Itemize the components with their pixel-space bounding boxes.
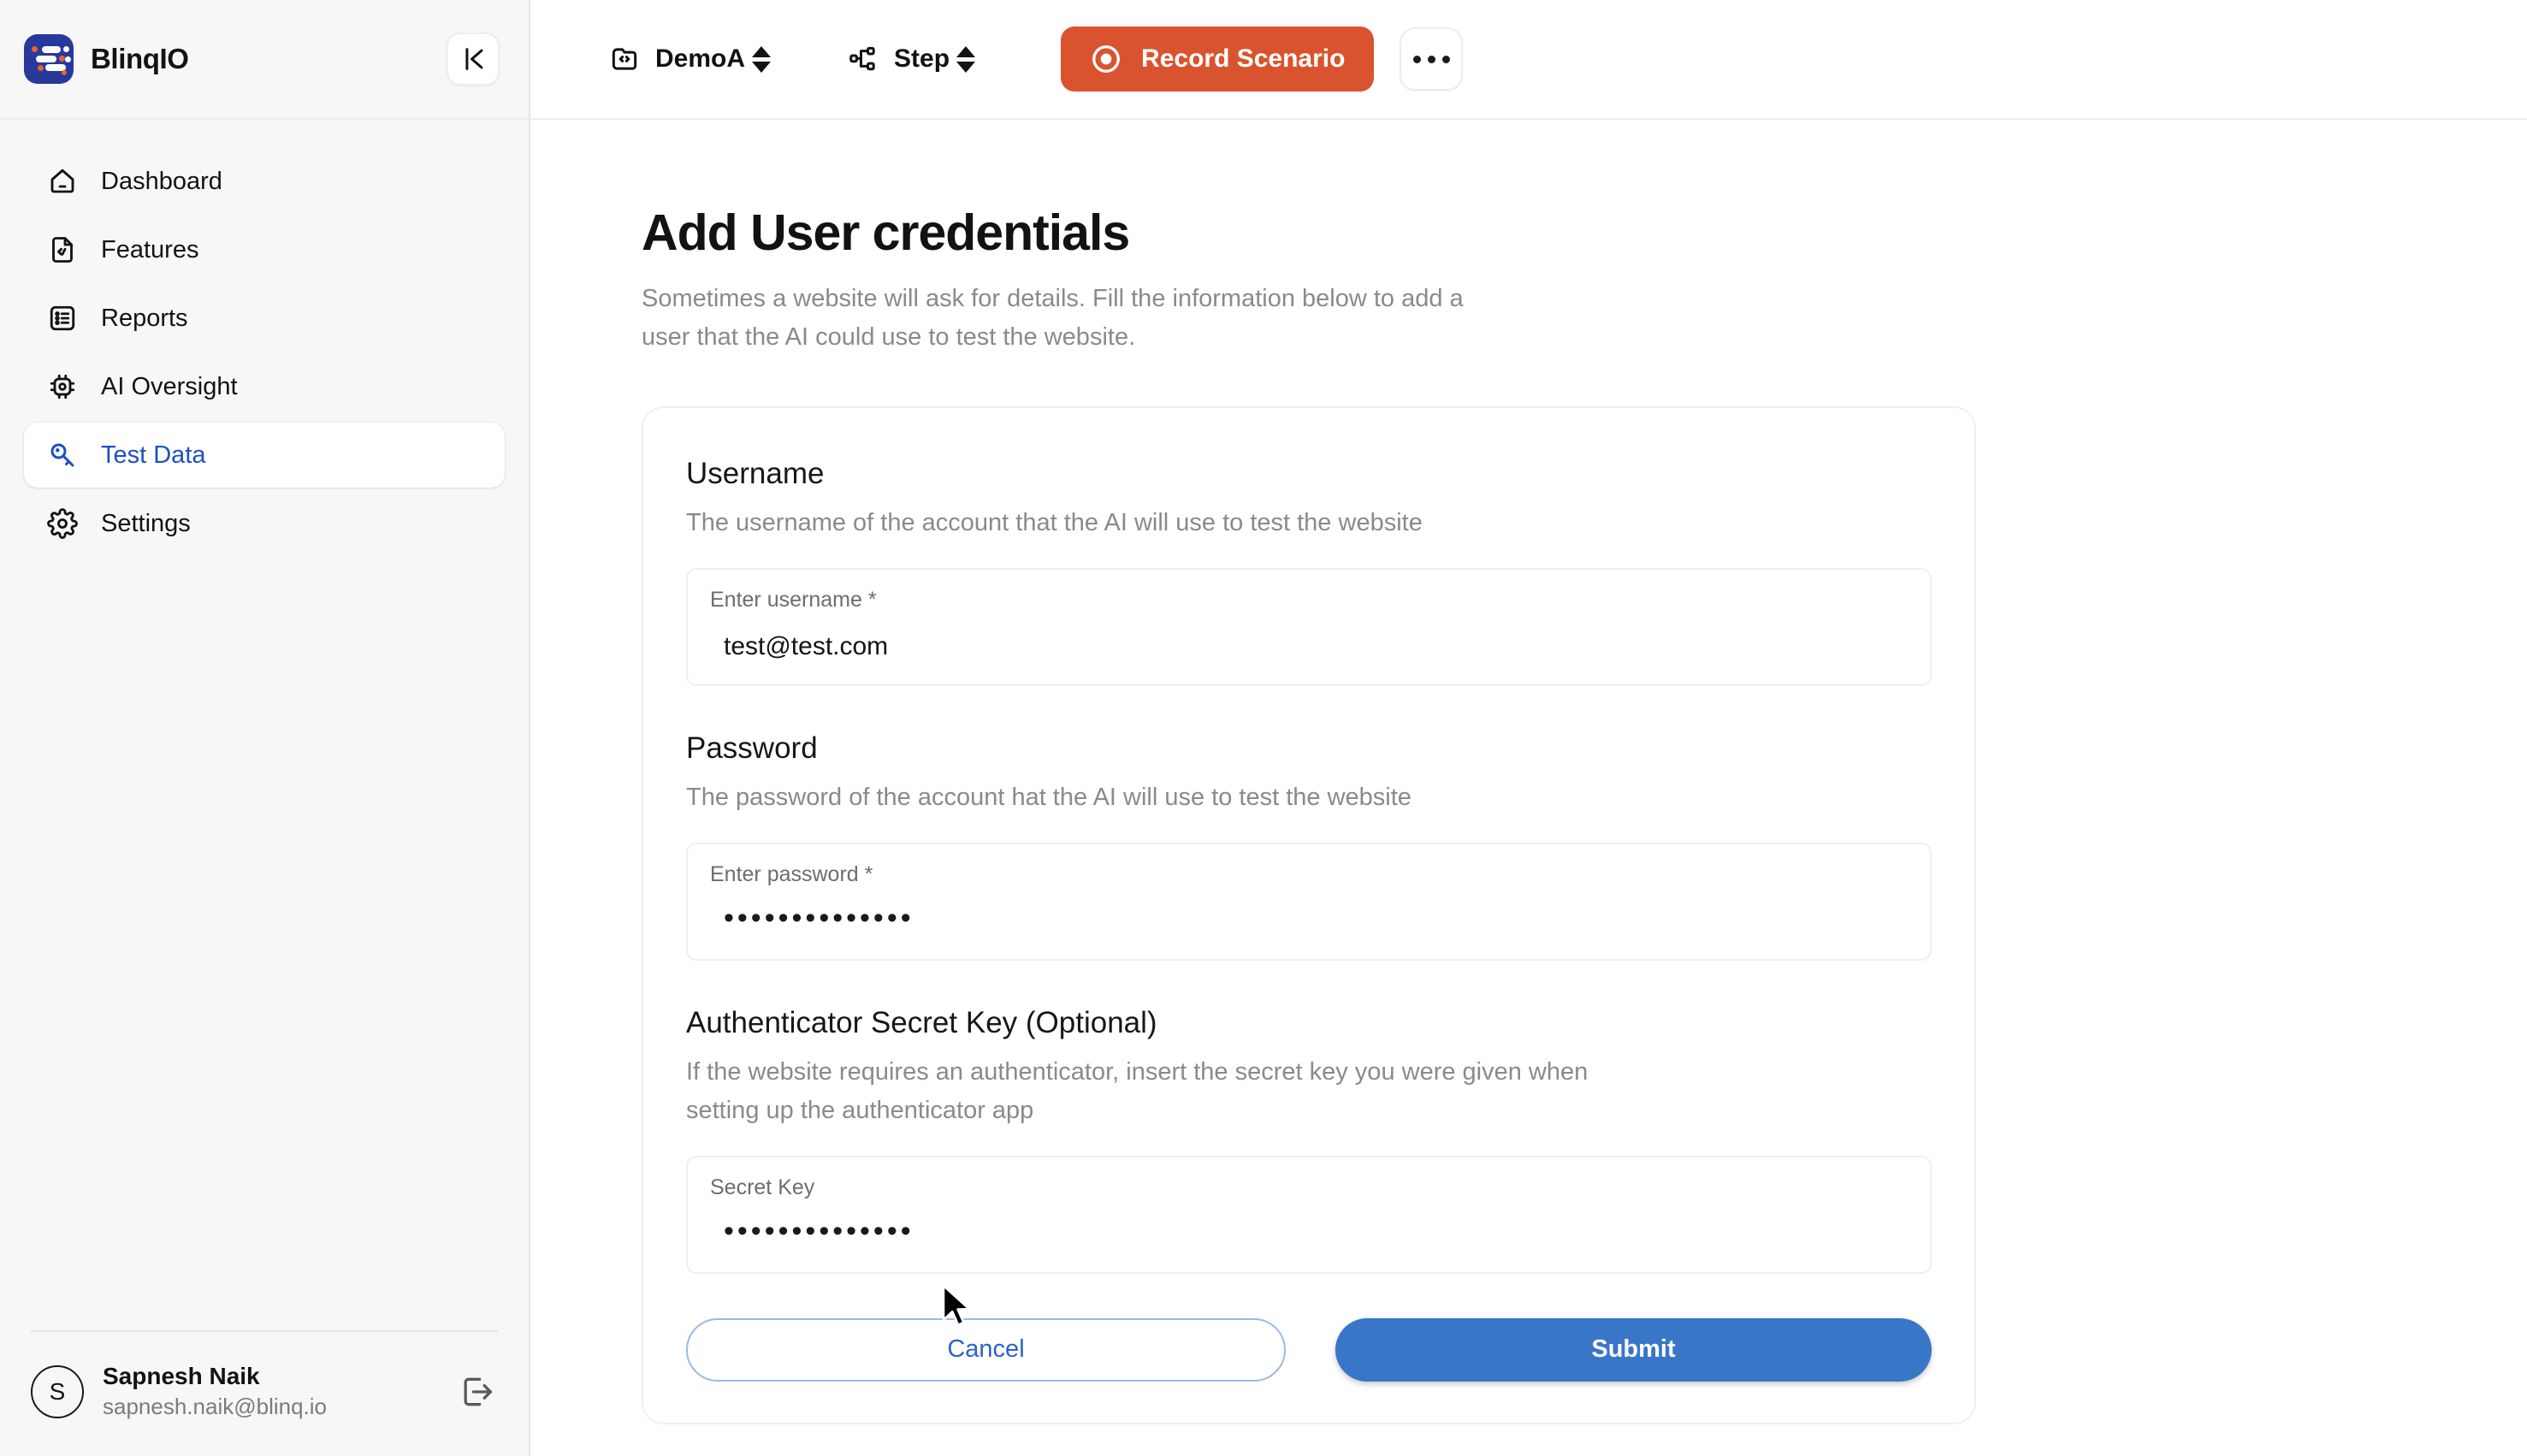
page: Add User credentials Sometimes a website… <box>530 120 2527 1424</box>
field-title: Authenticator Secret Key (Optional) <box>686 1005 1157 1039</box>
input-value: •••••••••••••• <box>724 901 914 934</box>
brand-name: BlinqIO <box>91 43 189 74</box>
page-subtitle: Sometimes a website will ask for details… <box>642 284 1464 351</box>
project-stepper[interactable] <box>752 45 772 73</box>
password-input[interactable]: Enter password * •••••••••••••• <box>686 842 1932 961</box>
field-title: Username <box>686 456 825 490</box>
chevron-up-icon <box>956 45 976 57</box>
sidebar-footer: S Sapnesh Naik sapnesh.naik@blinq.io <box>0 1330 529 1456</box>
sidebar-item-label: Settings <box>101 509 191 537</box>
sidebar: BlinqIO Dashboard Features Reports AI Ov… <box>0 0 530 1456</box>
sidebar-item-ai-oversight[interactable]: AI Oversight <box>24 354 505 419</box>
submit-button[interactable]: Submit <box>1335 1317 1932 1382</box>
blinqio-logo-icon <box>24 34 74 84</box>
logout-icon[interactable] <box>455 1370 498 1413</box>
user-meta: Sapnesh Naik sapnesh.naik@blinq.io <box>103 1361 436 1422</box>
cpu-icon <box>46 370 79 403</box>
secret-key-input[interactable]: Secret Key •••••••••••••• <box>686 1155 1932 1274</box>
field-secret-key: Authenticator Secret Key (Optional) If t… <box>686 1005 1932 1274</box>
collapse-panel-icon[interactable] <box>447 33 500 86</box>
input-value: •••••••••••••• <box>724 1214 914 1247</box>
sidebar-item-test-data[interactable]: Test Data <box>24 423 505 488</box>
field-description: The password of the account hat the AI w… <box>686 783 1411 811</box>
chevron-up-icon <box>752 45 772 57</box>
app-root: BlinqIO Dashboard Features Reports AI Ov… <box>0 0 2527 1456</box>
page-title: Add User credentials <box>642 204 1130 261</box>
home-icon <box>46 165 79 198</box>
input-label: Enter password * <box>710 861 873 886</box>
sidebar-item-dashboard[interactable]: Dashboard <box>24 149 505 214</box>
sidebar-item-label: Features <box>101 235 199 263</box>
toolbar: DemoA Step Record Scenario <box>530 0 2527 120</box>
brand: BlinqIO <box>24 34 189 84</box>
list-icon <box>46 302 79 334</box>
input-value: test@test.com <box>724 631 889 660</box>
project-selector[interactable]: DemoA <box>607 42 745 76</box>
avatar: S <box>31 1364 84 1418</box>
cancel-button[interactable]: Cancel <box>686 1317 1286 1382</box>
main-area: DemoA Step Record Scenario Add User cred… <box>530 0 2527 1456</box>
form-actions: Cancel Submit <box>686 1317 1932 1382</box>
input-label: Secret Key <box>710 1175 815 1199</box>
step-selector[interactable]: Step <box>846 42 950 76</box>
user-email: sapnesh.naik@blinq.io <box>103 1394 328 1420</box>
field-description: If the website requires an authenticator… <box>686 1057 1589 1124</box>
chevron-down-icon <box>752 61 772 73</box>
credentials-card: Username The username of the account tha… <box>642 405 1976 1424</box>
key-icon <box>46 439 79 471</box>
sidebar-nav: Dashboard Features Reports AI Oversight … <box>0 120 529 556</box>
record-scenario-label: Record Scenario <box>1141 44 1346 73</box>
user-name: Sapnesh Naik <box>103 1363 260 1390</box>
sidebar-header: BlinqIO <box>0 0 529 120</box>
gear-icon <box>46 507 79 540</box>
field-password: Password The password of the account hat… <box>686 731 1932 961</box>
field-title: Password <box>686 731 818 765</box>
project-label: DemoA <box>655 44 746 73</box>
sidebar-item-settings[interactable]: Settings <box>24 491 505 556</box>
sidebar-item-reports[interactable]: Reports <box>24 286 505 351</box>
field-description: The username of the account that the AI … <box>686 508 1423 536</box>
step-stepper[interactable] <box>956 45 976 73</box>
more-horizontal-icon[interactable] <box>1400 27 1464 91</box>
sidebar-item-label: Reports <box>101 304 188 332</box>
sidebar-item-label: Dashboard <box>101 167 222 195</box>
project-folder-icon <box>607 42 642 76</box>
workflow-nodes-icon <box>846 42 880 76</box>
content-scroll: Add User credentials Sometimes a website… <box>530 120 2527 1456</box>
record-scenario-button[interactable]: Record Scenario <box>1061 27 1375 92</box>
step-label: Step <box>894 44 950 73</box>
sidebar-item-label: AI Oversight <box>101 372 238 400</box>
chevron-down-icon <box>956 61 976 73</box>
sidebar-item-label: Test Data <box>101 441 206 469</box>
field-username: Username The username of the account tha… <box>686 456 1932 686</box>
record-circle-icon <box>1090 43 1122 75</box>
user-profile[interactable]: S Sapnesh Naik sapnesh.naik@blinq.io <box>24 1361 505 1422</box>
divider <box>31 1330 498 1333</box>
username-input[interactable]: Enter username * test@test.com <box>686 567 1932 686</box>
input-label: Enter username * <box>710 587 877 612</box>
sidebar-item-features[interactable]: Features <box>24 217 505 282</box>
file-code-icon <box>46 234 79 266</box>
